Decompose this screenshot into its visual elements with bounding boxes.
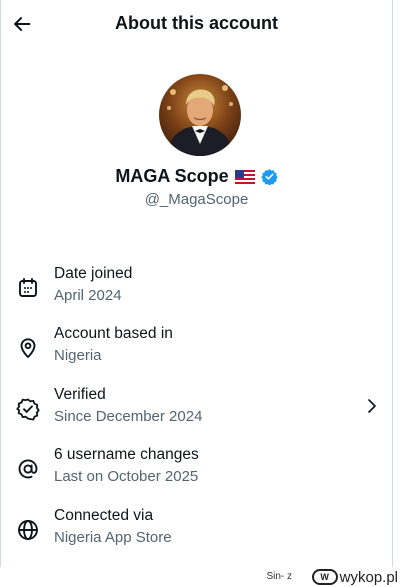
top-bar: About this account	[0, 0, 393, 50]
detail-title: Date joined	[54, 265, 133, 282]
detail-value: Nigeria App Store	[54, 529, 172, 546]
detail-row-connected-via: Connected via Nigeria App Store	[0, 506, 393, 562]
calendar-icon	[19, 278, 37, 297]
display-name: MAGA Scope	[115, 166, 229, 186]
detail-title: Connected via	[54, 507, 154, 524]
avatar[interactable]	[159, 74, 241, 156]
site-name: wykop.pl	[339, 568, 398, 586]
location-pin-icon	[20, 338, 36, 358]
detail-value: Last on October 2025	[54, 468, 199, 485]
detail-value: Nigeria	[54, 347, 102, 364]
account-info-screen: About this account MAGA Scope @_MagaScop…	[0, 0, 393, 567]
watermark-footer: Sin- z W wykop.pl	[0, 567, 400, 587]
detail-row-verified[interactable]: Verified Since December 2024	[0, 385, 393, 441]
watermark-credit: Sin- z	[266, 571, 292, 582]
verified-badge-outline-icon	[16, 398, 40, 421]
detail-row-username-changes: 6 username changes Last on October 2025	[0, 445, 393, 501]
profile-name-row: MAGA Scope	[0, 166, 393, 187]
globe-icon	[18, 520, 38, 540]
detail-title: Verified	[54, 386, 106, 403]
chevron-right-icon	[368, 399, 376, 413]
us-flag-icon	[234, 169, 255, 184]
at-sign-icon	[18, 459, 38, 479]
detail-value: Since December 2024	[54, 408, 203, 425]
page-title: About this account	[115, 13, 278, 33]
detail-title: Account based in	[54, 325, 173, 342]
profile-photo	[159, 74, 241, 156]
detail-row-account-location: Account based in Nigeria	[0, 324, 393, 380]
detail-value: April 2024	[54, 287, 122, 304]
site-logo: W wykop.pl	[311, 568, 398, 586]
detail-title: 6 username changes	[54, 446, 199, 463]
wykop-logo-icon: W	[311, 569, 338, 585]
verified-badge-icon	[260, 169, 278, 185]
profile-handle: @_MagaScope	[144, 191, 249, 208]
detail-row-date-joined: Date joined April 2024	[0, 264, 393, 320]
